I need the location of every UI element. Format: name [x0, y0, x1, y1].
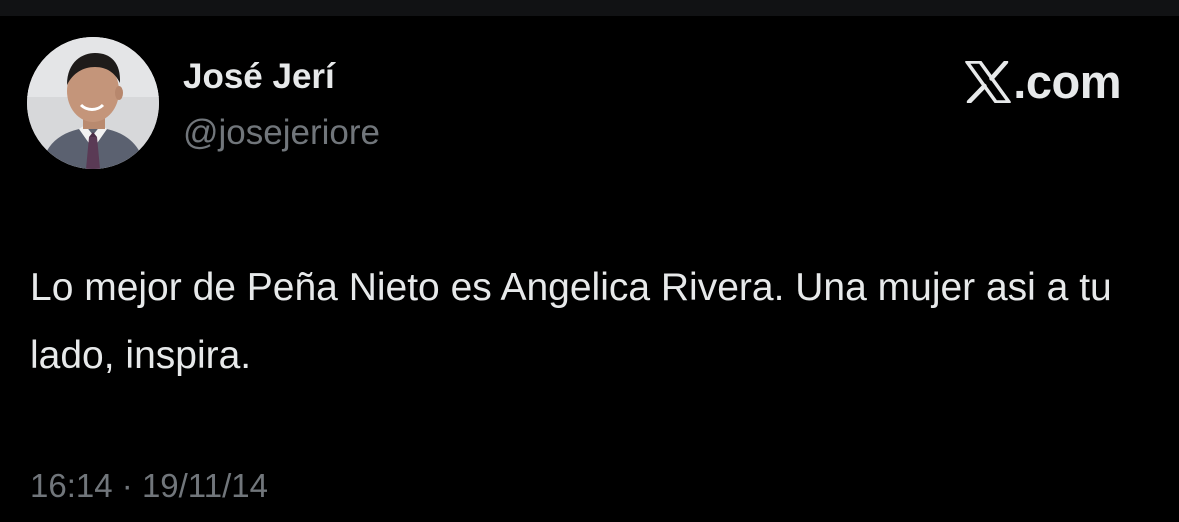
author-name[interactable]: José Jerí: [183, 59, 335, 94]
tweet-time: 16:14: [30, 467, 113, 504]
tweet-timestamp[interactable]: 16:14 · 19/11/14: [30, 469, 268, 502]
timestamp-separator: ·: [121, 467, 133, 504]
tweet-text: Lo mejor de Peña Nieto es Angelica River…: [30, 266, 1112, 377]
author-handle[interactable]: @josejeriore: [183, 115, 380, 150]
top-edge-strip: [0, 0, 1179, 16]
x-logo-icon: [965, 60, 1012, 103]
brand-watermark: .com: [965, 58, 1121, 105]
tweet-date: 19/11/14: [141, 467, 268, 504]
profile-photo: [27, 37, 159, 169]
avatar[interactable]: [27, 37, 159, 169]
brand-suffix: .com: [1013, 55, 1121, 108]
